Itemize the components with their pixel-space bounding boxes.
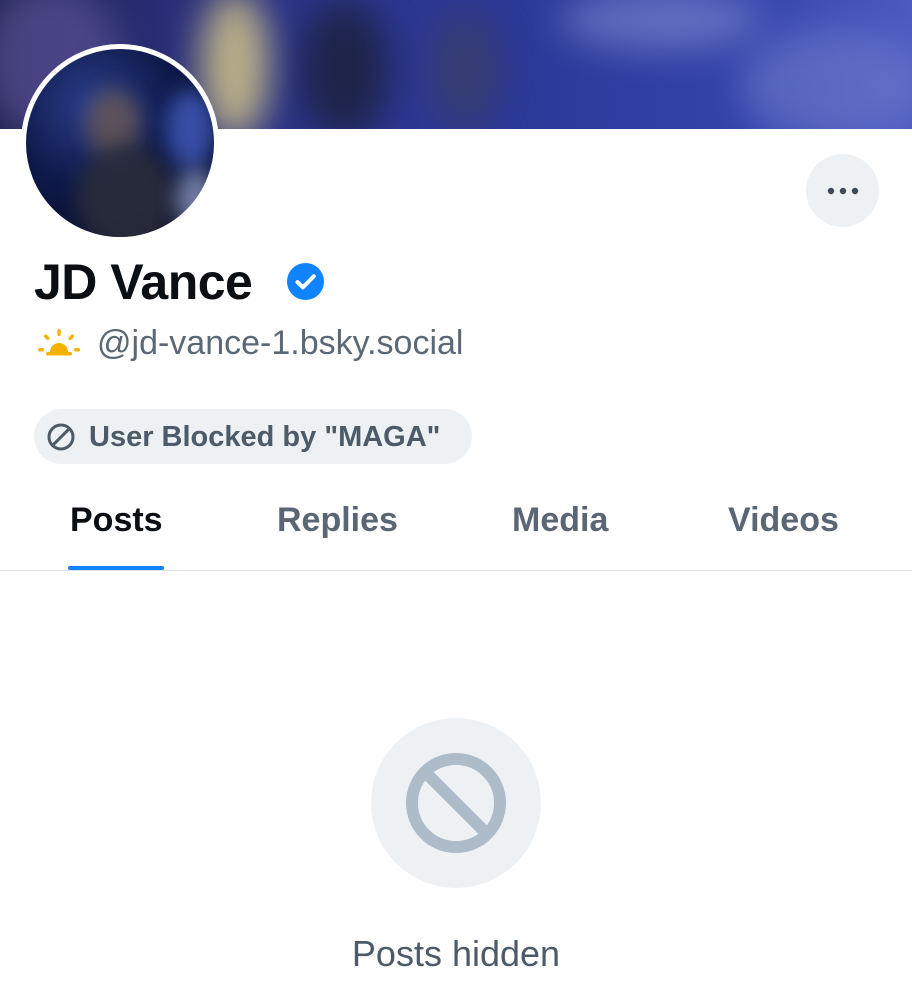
blocked-badge-label: User Blocked by "MAGA" — [89, 421, 441, 453]
more-options-button[interactable] — [806, 154, 879, 227]
profile-handle[interactable]: @jd-vance-1.bsky.social — [97, 321, 463, 365]
posts-hidden-icon-circle — [371, 718, 541, 888]
posts-hidden-message: Posts hidden — [351, 933, 561, 974]
tab-posts[interactable]: Posts — [70, 498, 163, 542]
tab-replies[interactable]: Replies — [277, 498, 398, 542]
ban-icon — [406, 753, 506, 853]
profile-tabs: Posts Replies Media Videos — [0, 480, 912, 571]
tab-videos[interactable]: Videos — [728, 498, 839, 542]
ban-icon — [47, 423, 75, 451]
tab-media[interactable]: Media — [512, 498, 608, 542]
profile-page: JD Vance @jd-vance-1.bsky.social User Bl… — [0, 0, 912, 1000]
avatar[interactable] — [21, 44, 219, 242]
display-name: JD Vance — [34, 254, 253, 310]
active-tab-indicator — [68, 566, 164, 570]
verified-check-icon[interactable] — [287, 263, 324, 300]
blocked-by-list-badge[interactable]: User Blocked by "MAGA" — [34, 409, 472, 464]
more-horizontal-icon — [827, 187, 858, 194]
sunrise-icon — [38, 329, 80, 356]
